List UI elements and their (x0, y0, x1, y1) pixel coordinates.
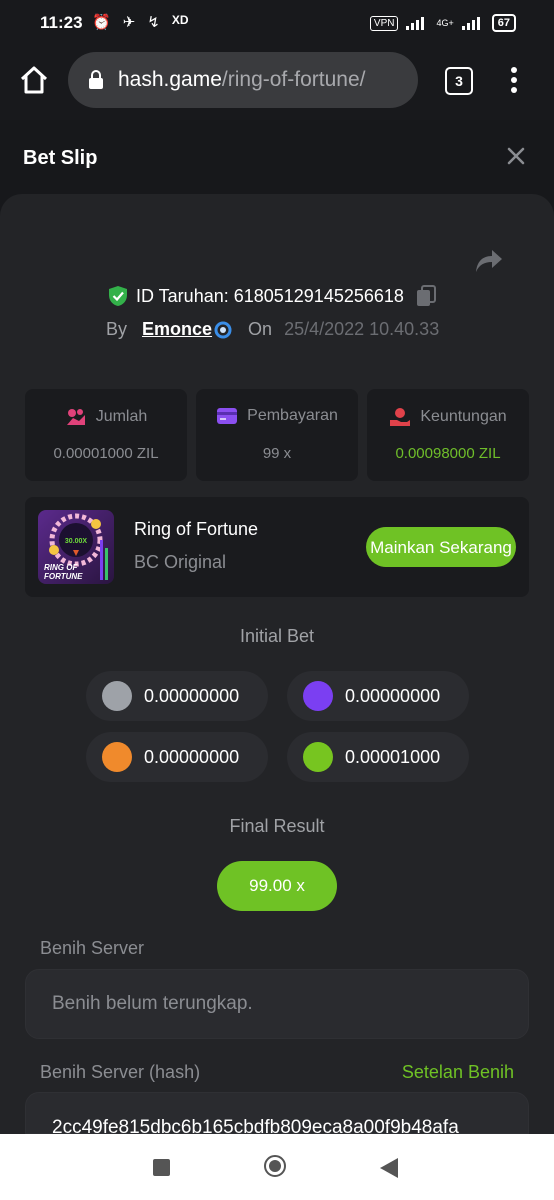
chip-value: 0.00000000 (345, 685, 441, 706)
bet-author-row: By Emonce On 25/4/2022 10.40.33 (106, 319, 439, 340)
username-link[interactable]: Emonce (142, 319, 212, 340)
grey-coin-icon (102, 681, 132, 711)
signal-icon (406, 17, 425, 30)
by-label: By (106, 319, 128, 339)
vpn-badge: VPN (369, 15, 399, 31)
lock-icon (89, 70, 103, 89)
url-host: hash.game (118, 68, 222, 91)
xd-icon: XD (171, 13, 189, 27)
server-seed-field[interactable]: Benih belum terungkap. (25, 969, 529, 1039)
signal-icon-2 (461, 17, 480, 30)
seed-settings-link[interactable]: Setelan Benih (402, 1062, 514, 1083)
stat-profit: Keuntungan 0.00098000 ZIL (367, 389, 529, 481)
vip-badge-icon (214, 321, 232, 338)
server-seed-hash-label: Benih Server (hash) (40, 1062, 201, 1082)
server-seed-hash-field[interactable]: 2cc49fe815dbc6b165cbdfb809eca8a00f9b48af… (25, 1092, 529, 1134)
game-card: 30.00X RING OF FORTUNE Ring of Fortune B… (25, 497, 529, 597)
bet-date: 25/4/2022 10.40.33 (284, 319, 440, 339)
coins-icon (66, 409, 85, 425)
bet-chip-green: 0.00001000 (287, 732, 469, 782)
status-bar: 11:23 ⏰ ✈ ↯ XD VPN 4G+ 67 (0, 0, 554, 48)
shield-check-icon (109, 286, 127, 306)
stat-value: 0.00001000 ZIL (53, 445, 159, 462)
share-icon[interactable] (474, 248, 504, 274)
chip-value: 0.00001000 (345, 746, 441, 767)
address-bar[interactable]: hash.game/ring-of-fortune/ (68, 52, 418, 108)
airplane-icon: ✈ (122, 14, 136, 31)
system-navigation-bar (0, 1134, 554, 1200)
final-result-value: 99.00 x (217, 861, 337, 911)
thumb-title-line2: FORTUNE (44, 572, 83, 581)
back-icon[interactable] (380, 1158, 398, 1178)
purple-coin-icon (303, 681, 333, 711)
green-coin-icon (303, 742, 333, 772)
bet-id-row: ID Taruhan: 61805129145256618 (108, 285, 436, 307)
browser-toolbar: hash.game/ring-of-fortune/ 3 (0, 48, 554, 120)
stat-value: 0.00098000 ZIL (395, 445, 501, 462)
chip-value: 0.00000000 (144, 746, 240, 767)
tab-switcher-button[interactable]: 3 (445, 67, 473, 95)
card-icon (217, 408, 238, 424)
bet-chip-orange: 0.00000000 (86, 732, 268, 782)
status-notification-icons: ⏰ ✈ ↯ XD (92, 13, 189, 31)
game-subtitle: BC Original (134, 552, 227, 572)
battery-icon: 67 (491, 14, 516, 32)
bet-id: ID Taruhan: 61805129145256618 (136, 285, 404, 306)
stat-label: Keuntungan (420, 408, 507, 425)
game-thumbnail[interactable]: 30.00X RING OF FORTUNE (38, 510, 114, 584)
bet-chip-purple: 0.00000000 (287, 671, 469, 721)
network-type: 4G+ (436, 18, 454, 28)
close-icon[interactable] (504, 144, 528, 168)
stat-label: Jumlah (95, 408, 148, 425)
stat-payout: Pembayaran 99 x (196, 389, 358, 481)
initial-bet-title: Initial Bet (239, 626, 315, 646)
server-seed-label: Benih Server (40, 938, 145, 958)
home-nav-icon[interactable] (264, 1155, 286, 1177)
home-icon[interactable] (18, 64, 50, 96)
status-system-icons: VPN 4G+ 67 (369, 14, 516, 32)
stat-label: Pembayaran (247, 407, 338, 424)
alarm-icon: ⏰ (92, 14, 111, 31)
orange-coin-icon (102, 742, 132, 772)
url-path: /ring-of-fortune/ (221, 68, 366, 91)
page-title: Bet Slip (23, 147, 98, 169)
bet-slip-header: Bet Slip (0, 120, 554, 200)
thumb-title-line1: RING OF (44, 563, 78, 572)
url-text: hash.game/ring-of-fortune/ (118, 68, 365, 92)
final-result-title: Final Result (229, 816, 325, 836)
recents-icon[interactable] (153, 1159, 170, 1176)
hook-icon: ↯ (147, 14, 160, 31)
status-time: 11:23 (40, 13, 83, 32)
overflow-menu-button[interactable] (504, 64, 524, 96)
hand-coin-icon (390, 408, 411, 426)
game-name: Ring of Fortune (134, 519, 259, 539)
thumb-multiplier: 30.00X (65, 538, 88, 545)
chip-value: 0.00000000 (144, 685, 240, 706)
play-now-button[interactable]: Mainkan Sekarang (366, 527, 516, 567)
bet-chip-grey: 0.00000000 (86, 671, 268, 721)
server-seed-placeholder: Benih belum terungkap. (52, 993, 253, 1014)
stat-amount: Jumlah 0.00001000 ZIL (25, 389, 187, 481)
on-label: On (248, 319, 273, 339)
copy-icon[interactable] (416, 285, 436, 307)
stat-value: 99 x (262, 445, 292, 462)
server-seed-hash-value: 2cc49fe815dbc6b165cbdfb809eca8a00f9b48af… (52, 1117, 459, 1134)
